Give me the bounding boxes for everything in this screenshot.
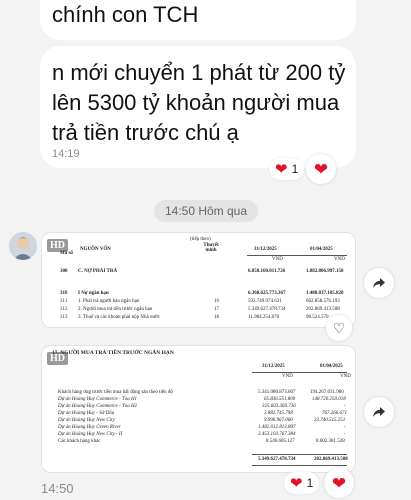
doc-text: Khách hàng ứng trước tiền mua bất động s… (58, 390, 173, 395)
add-reaction-button[interactable]: ♡ (326, 315, 352, 341)
doc-text: 16 (214, 299, 219, 304)
doc-text: Dự án Hoàng Huy - Sở Dầu (58, 411, 115, 416)
doc-text: 313 (60, 315, 68, 320)
doc-text: VND (282, 374, 293, 379)
message-time: 14:19 (52, 148, 80, 160)
doc-text: I Nợ ngắn hạn (78, 291, 109, 296)
doc-text: 310 (60, 291, 68, 296)
heart-icon: ❤ (290, 474, 303, 492)
share-arrow-icon (373, 407, 385, 417)
doc-text: 01/04/2025 (310, 247, 333, 252)
doc-text: 98.524.570 (306, 315, 329, 320)
doc-text: VND (340, 374, 351, 379)
doc-text: 31/12/2025 (254, 247, 277, 252)
doc-text: (tiếp theo) (190, 237, 211, 242)
message-bubble[interactable]: chính con TCH (40, 0, 356, 40)
doc-text: 3.453.103.767.384 (258, 432, 296, 437)
doc-text: 662.858.576.193 (306, 299, 340, 304)
doc-text: 8.546.605.127 (266, 439, 295, 444)
doc-text: 592.749.974.631 (248, 299, 282, 304)
message-bubble[interactable]: n mới chuyển 1 phát từ 200 tỷ lên 5300 t… (40, 46, 356, 168)
doc-text: NGUỒN VỐN (80, 247, 111, 252)
message-time: 14:50 (41, 481, 74, 496)
doc-text: 2. Người mua trả tiền trước ngắn hạn (78, 307, 153, 312)
doc-text: Các khách hàng khác (58, 439, 101, 444)
avatar-image (9, 232, 37, 260)
doc-text: 31/12/2025 (262, 364, 285, 369)
doc-text: - (344, 425, 346, 430)
doc-text: 3.882.745.798 (264, 411, 293, 416)
doc-text: 8.602.381.528 (316, 439, 345, 444)
doc-text: 202.869.413.508 (314, 457, 348, 462)
date-divider: 14:50 Hôm qua (154, 200, 258, 222)
doc-text: VND (334, 257, 345, 262)
divider (252, 465, 347, 466)
doc-text: 01/04/2025 (320, 364, 343, 369)
doc-text: 767.266.671 (322, 411, 347, 416)
avatar[interactable] (9, 232, 37, 260)
heart-icon: ❤ (331, 473, 347, 493)
reaction-summary[interactable]: ❤ 1 (284, 472, 320, 494)
doc-text: 5.349.627.478.734 (258, 457, 296, 462)
doc-text: 311 (60, 299, 68, 304)
doc-text: C. NỢ PHẢI TRẢ (78, 269, 118, 274)
doc-text: 148.720.250.018 (312, 397, 346, 402)
heart-icon: ❤ (313, 159, 329, 179)
divider (247, 255, 347, 256)
message-text: n mới chuyển 1 phát từ 200 tỷ lên 5300 t… (52, 60, 346, 145)
doc-text: 1.482.612.813.807 (258, 425, 296, 430)
doc-text: 325.603.369.736 (262, 404, 296, 409)
doc-text: 17 (214, 307, 219, 312)
doc-text: Dự án Hoàng Huy New City - II (58, 432, 123, 437)
doc-text: 9.990.967.060 (264, 418, 293, 423)
doc-text: 312 (60, 307, 68, 312)
doc-text: 33.740.515.251 (314, 418, 346, 423)
doc-text: 1.488.037.105.820 (306, 291, 344, 296)
doc-text: Dự án Hoang Huy Commerce - Tòa H2 (58, 404, 138, 409)
doc-text: - (344, 432, 346, 437)
doc-text: 17. NGƯỜI MUA TRẢ TIỀN TRƯỚC NGẮN HẠN (52, 350, 174, 356)
doc-text: Mã số (60, 251, 73, 256)
heart-icon: ❤ (275, 160, 288, 178)
doc-text: 1.882.806.997.158 (306, 269, 344, 274)
heart-outline-icon: ♡ (332, 319, 346, 336)
doc-text: 65.836.551.800 (264, 397, 296, 402)
doc-text: 1. Phải trả người bán ngắn hạn (78, 299, 140, 304)
doc-text: 202.869.413.508 (306, 307, 340, 312)
doc-text: 5.341.080.873.607 (258, 390, 296, 395)
share-arrow-icon (373, 278, 385, 288)
doc-text: - (344, 404, 346, 409)
doc-text: 18 (214, 315, 219, 320)
doc-text: Thuyết minh (203, 243, 219, 253)
doc-text: Dự án Hoàng Huy New City (58, 418, 115, 423)
message-text: chính con TCH (52, 2, 199, 27)
image-attachment[interactable]: HD 17. NGƯỜI MUA TRẢ TIỀN TRƯỚC NGẮN HẠN… (41, 345, 356, 473)
add-reaction-button[interactable]: ❤ (306, 154, 336, 184)
doc-text: 194.267.031.980 (310, 390, 344, 395)
doc-text: 6.850.160.011.726 (248, 269, 286, 274)
reaction-count: 1 (291, 162, 299, 176)
doc-text: 300 (60, 269, 68, 274)
doc-text: 5.349.627.478.734 (248, 307, 286, 312)
share-button[interactable] (364, 397, 394, 427)
reaction-count: 1 (306, 476, 314, 490)
doc-text: 3. Thuế và các khoản phải nộp Nhà nước (78, 315, 161, 320)
divider (252, 372, 347, 373)
image-attachment[interactable]: HD (tiếp theo) NGUỒN VỐN Mã số Thuyết mi… (41, 232, 356, 328)
doc-text: Dự án Hoang Huy Green River (58, 425, 121, 430)
reaction-summary[interactable]: ❤ 1 (269, 158, 305, 180)
divider (252, 454, 347, 455)
doc-text: Dự án Hoang Huy Commerce - Tòa H1 (58, 397, 138, 402)
doc-text: 11.984.254.670 (248, 315, 280, 320)
add-reaction-button[interactable]: ❤ (324, 468, 354, 498)
doc-text: 6.368.625.773.367 (248, 291, 286, 296)
share-button[interactable] (364, 268, 394, 298)
doc-text: VND (272, 257, 283, 262)
